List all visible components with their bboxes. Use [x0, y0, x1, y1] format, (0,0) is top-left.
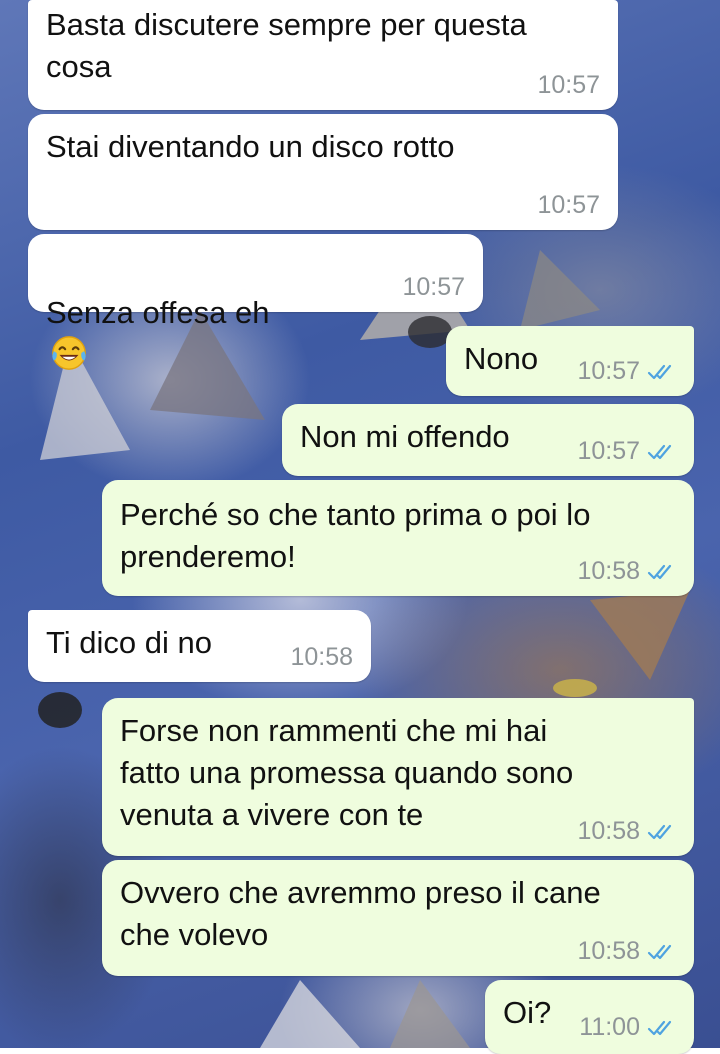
message-text: Forse non rammenti che mi hai fatto una …	[120, 713, 574, 832]
message-text: Stai diventando un disco rotto	[46, 129, 455, 164]
message-time: 10:57	[577, 357, 640, 385]
read-double-check-icon	[647, 564, 672, 579]
message-text: Perché so che tanto prima o poi lo prend…	[120, 497, 591, 574]
face-with-tears-of-joy-icon	[52, 336, 86, 370]
message-meta: 10:58	[290, 643, 353, 672]
message-meta: 10:57	[537, 71, 600, 100]
message-text: Senza offesa eh	[46, 250, 270, 377]
message-meta: 10:58	[577, 937, 676, 966]
message-time: 10:57	[402, 273, 465, 301]
message-text-content: Senza offesa eh	[46, 295, 270, 330]
message-meta: 11:00	[579, 1013, 676, 1042]
message-text: Oi?	[503, 995, 552, 1030]
message-meta: 10:57	[577, 357, 676, 386]
message-time: 10:58	[577, 937, 640, 965]
message-time: 10:57	[537, 71, 600, 99]
message-bubble[interactable]: Forse non rammenti che mi hai fatto una …	[102, 698, 694, 856]
message-text: Ti dico di no	[46, 625, 212, 660]
message-text: Ovvero che avremmo preso il cane che vol…	[120, 875, 601, 952]
message-bubble[interactable]: Senza offesa eh 10:57	[28, 234, 483, 370]
message-meta: 10:58	[577, 817, 676, 846]
message-bubble[interactable]: Basta discutere sempre per questa cosa 1…	[28, 0, 618, 110]
message-bubble[interactable]: Nono 10:57	[446, 326, 694, 396]
message-time: 10:58	[577, 817, 640, 845]
read-double-check-icon	[647, 944, 672, 959]
message-time: 10:58	[577, 557, 640, 585]
message-meta: 10:57	[577, 437, 676, 466]
message-time: 10:58	[290, 643, 353, 671]
message-time: 10:57	[537, 191, 600, 219]
message-bubble[interactable]: Non mi offendo 10:57	[282, 404, 694, 476]
message-bubble[interactable]: Ti dico di no 10:58	[28, 610, 371, 682]
message-meta: 10:58	[577, 557, 676, 586]
message-text: Non mi offendo	[300, 419, 510, 454]
message-text: Basta discutere sempre per questa cosa	[46, 7, 527, 84]
read-double-check-icon	[647, 824, 672, 839]
message-text: Nono	[464, 341, 539, 376]
read-double-check-icon	[647, 444, 672, 459]
read-double-check-icon	[647, 1020, 672, 1035]
message-meta: 10:57	[402, 273, 465, 302]
message-time: 10:57	[577, 437, 640, 465]
message-bubble[interactable]: Perché so che tanto prima o poi lo prend…	[102, 480, 694, 596]
message-bubble[interactable]: Oi? 11:00	[485, 980, 694, 1054]
read-double-check-icon	[647, 364, 672, 379]
message-meta: 10:57	[537, 191, 600, 220]
message-time: 11:00	[579, 1013, 640, 1041]
message-bubble[interactable]: Stai diventando un disco rotto 10:57	[28, 114, 618, 230]
message-bubble[interactable]: Ovvero che avremmo preso il cane che vol…	[102, 860, 694, 976]
